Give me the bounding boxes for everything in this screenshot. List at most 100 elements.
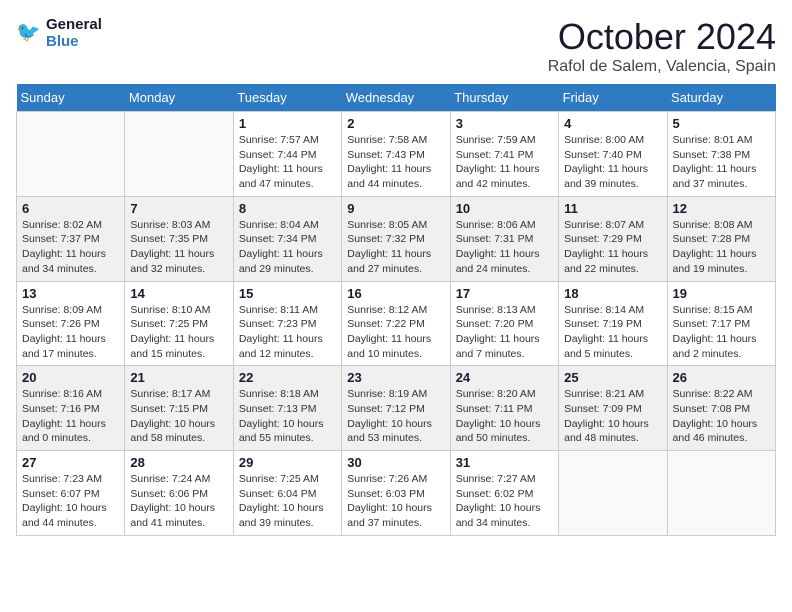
- day-info: Sunrise: 7:26 AM Sunset: 6:03 PM Dayligh…: [347, 472, 444, 531]
- day-info: Sunrise: 8:10 AM Sunset: 7:25 PM Dayligh…: [130, 303, 227, 362]
- day-info: Sunrise: 8:12 AM Sunset: 7:22 PM Dayligh…: [347, 303, 444, 362]
- weekday-header-cell: Sunday: [17, 84, 125, 112]
- day-info: Sunrise: 8:00 AM Sunset: 7:40 PM Dayligh…: [564, 133, 661, 192]
- day-number: 20: [22, 370, 119, 385]
- day-info: Sunrise: 8:13 AM Sunset: 7:20 PM Dayligh…: [456, 303, 553, 362]
- title-area: October 2024 Rafol de Salem, Valencia, S…: [548, 16, 776, 76]
- weekday-header-cell: Monday: [125, 84, 233, 112]
- day-info: Sunrise: 8:04 AM Sunset: 7:34 PM Dayligh…: [239, 218, 336, 277]
- calendar-cell: 26 Sunrise: 8:22 AM Sunset: 7:08 PM Dayli…: [667, 366, 775, 451]
- logo-text-line2: Blue: [46, 33, 102, 50]
- weekday-header-cell: Friday: [559, 84, 667, 112]
- calendar-body: 1 Sunrise: 7:57 AM Sunset: 7:44 PM Daylig…: [17, 112, 776, 536]
- day-info: Sunrise: 7:27 AM Sunset: 6:02 PM Dayligh…: [456, 472, 553, 531]
- day-number: 26: [673, 370, 770, 385]
- day-info: Sunrise: 8:15 AM Sunset: 7:17 PM Dayligh…: [673, 303, 770, 362]
- calendar-cell: 10Sunrise: 8:06 AM Sunset: 7:31 PM Dayli…: [450, 196, 558, 281]
- day-info: Sunrise: 7:58 AM Sunset: 7:43 PM Dayligh…: [347, 133, 444, 192]
- calendar-cell: 2 Sunrise: 7:58 AM Sunset: 7:43 PM Daylig…: [342, 112, 450, 197]
- calendar-cell: 17 Sunrise: 8:13 AM Sunset: 7:20 PM Dayli…: [450, 281, 558, 366]
- calendar-cell: 31Sunrise: 7:27 AM Sunset: 6:02 PM Dayli…: [450, 451, 558, 536]
- page-header: 🐦 General Blue October 2024 Rafol de Sal…: [16, 16, 776, 76]
- calendar-week-row: 20 Sunrise: 8:16 AM Sunset: 7:16 PM Dayli…: [17, 366, 776, 451]
- day-info: Sunrise: 7:23 AM Sunset: 6:07 PM Dayligh…: [22, 472, 119, 531]
- calendar-cell: 1 Sunrise: 7:57 AM Sunset: 7:44 PM Daylig…: [233, 112, 341, 197]
- day-number: 4: [564, 116, 661, 131]
- day-number: 29: [239, 455, 336, 470]
- svg-text:🐦: 🐦: [16, 22, 40, 44]
- day-info: Sunrise: 8:01 AM Sunset: 7:38 PM Dayligh…: [673, 133, 770, 192]
- day-number: 22: [239, 370, 336, 385]
- day-number: 6: [22, 201, 119, 216]
- calendar-cell: 29Sunrise: 7:25 AM Sunset: 6:04 PM Dayli…: [233, 451, 341, 536]
- day-number: 13: [22, 286, 119, 301]
- calendar-cell: [667, 451, 775, 536]
- day-number: 7: [130, 201, 227, 216]
- day-number: 14: [130, 286, 227, 301]
- calendar-cell: 16Sunrise: 8:12 AM Sunset: 7:22 PM Dayli…: [342, 281, 450, 366]
- calendar-table: SundayMondayTuesdayWednesdayThursdayFrid…: [16, 84, 776, 536]
- calendar-cell: 23Sunrise: 8:19 AM Sunset: 7:12 PM Dayli…: [342, 366, 450, 451]
- calendar-cell: 24Sunrise: 8:20 AM Sunset: 7:11 PM Dayli…: [450, 366, 558, 451]
- calendar-cell: 22 Sunrise: 8:18 AM Sunset: 7:13 PM Dayli…: [233, 366, 341, 451]
- calendar-cell: 19Sunrise: 8:15 AM Sunset: 7:17 PM Dayli…: [667, 281, 775, 366]
- calendar-cell: 14 Sunrise: 8:10 AM Sunset: 7:25 PM Dayli…: [125, 281, 233, 366]
- logo: 🐦 General Blue: [16, 16, 102, 50]
- day-info: Sunrise: 8:02 AM Sunset: 7:37 PM Dayligh…: [22, 218, 119, 277]
- calendar-cell: 7 Sunrise: 8:03 AM Sunset: 7:35 PM Daylig…: [125, 196, 233, 281]
- weekday-header-cell: Tuesday: [233, 84, 341, 112]
- day-info: Sunrise: 7:59 AM Sunset: 7:41 PM Dayligh…: [456, 133, 553, 192]
- day-number: 2: [347, 116, 444, 131]
- calendar-cell: 25Sunrise: 8:21 AM Sunset: 7:09 PM Dayli…: [559, 366, 667, 451]
- calendar-week-row: 6 Sunrise: 8:02 AM Sunset: 7:37 PM Daylig…: [17, 196, 776, 281]
- day-info: Sunrise: 8:18 AM Sunset: 7:13 PM Dayligh…: [239, 387, 336, 446]
- calendar-week-row: 13 Sunrise: 8:09 AM Sunset: 7:26 PM Dayli…: [17, 281, 776, 366]
- logo-icon: 🐦: [16, 19, 44, 47]
- month-title: October 2024: [548, 16, 776, 58]
- day-info: Sunrise: 7:57 AM Sunset: 7:44 PM Dayligh…: [239, 133, 336, 192]
- calendar-cell: 12 Sunrise: 8:08 AM Sunset: 7:28 PM Dayli…: [667, 196, 775, 281]
- day-info: Sunrise: 8:05 AM Sunset: 7:32 PM Dayligh…: [347, 218, 444, 277]
- day-number: 17: [456, 286, 553, 301]
- day-info: Sunrise: 8:09 AM Sunset: 7:26 PM Dayligh…: [22, 303, 119, 362]
- calendar-cell: [125, 112, 233, 197]
- weekday-header-row: SundayMondayTuesdayWednesdayThursdayFrid…: [17, 84, 776, 112]
- calendar-cell: 30Sunrise: 7:26 AM Sunset: 6:03 PM Dayli…: [342, 451, 450, 536]
- day-number: 3: [456, 116, 553, 131]
- day-info: Sunrise: 8:08 AM Sunset: 7:28 PM Dayligh…: [673, 218, 770, 277]
- day-number: 8: [239, 201, 336, 216]
- day-number: 15: [239, 286, 336, 301]
- calendar-week-row: 27 Sunrise: 7:23 AM Sunset: 6:07 PM Dayli…: [17, 451, 776, 536]
- location-title: Rafol de Salem, Valencia, Spain: [548, 58, 776, 76]
- day-number: 21: [130, 370, 227, 385]
- calendar-cell: 15 Sunrise: 8:11 AM Sunset: 7:23 PM Dayli…: [233, 281, 341, 366]
- day-number: 5: [673, 116, 770, 131]
- day-number: 11: [564, 201, 661, 216]
- day-info: Sunrise: 8:11 AM Sunset: 7:23 PM Dayligh…: [239, 303, 336, 362]
- calendar-cell: [17, 112, 125, 197]
- logo-text-line1: General: [46, 16, 102, 33]
- calendar-week-row: 1 Sunrise: 7:57 AM Sunset: 7:44 PM Daylig…: [17, 112, 776, 197]
- calendar-cell: 21 Sunrise: 8:17 AM Sunset: 7:15 PM Dayli…: [125, 366, 233, 451]
- day-info: Sunrise: 8:21 AM Sunset: 7:09 PM Dayligh…: [564, 387, 661, 446]
- day-info: Sunrise: 8:20 AM Sunset: 7:11 PM Dayligh…: [456, 387, 553, 446]
- day-info: Sunrise: 8:22 AM Sunset: 7:08 PM Dayligh…: [673, 387, 770, 446]
- weekday-header-cell: Wednesday: [342, 84, 450, 112]
- calendar-cell: 6 Sunrise: 8:02 AM Sunset: 7:37 PM Daylig…: [17, 196, 125, 281]
- calendar-cell: 3 Sunrise: 7:59 AM Sunset: 7:41 PM Daylig…: [450, 112, 558, 197]
- day-info: Sunrise: 8:07 AM Sunset: 7:29 PM Dayligh…: [564, 218, 661, 277]
- day-info: Sunrise: 8:17 AM Sunset: 7:15 PM Dayligh…: [130, 387, 227, 446]
- calendar-cell: 4 Sunrise: 8:00 AM Sunset: 7:40 PM Daylig…: [559, 112, 667, 197]
- calendar-cell: 5 Sunrise: 8:01 AM Sunset: 7:38 PM Daylig…: [667, 112, 775, 197]
- calendar-cell: 18Sunrise: 8:14 AM Sunset: 7:19 PM Dayli…: [559, 281, 667, 366]
- day-number: 10: [456, 201, 553, 216]
- day-number: 9: [347, 201, 444, 216]
- day-info: Sunrise: 8:16 AM Sunset: 7:16 PM Dayligh…: [22, 387, 119, 446]
- weekday-header-cell: Thursday: [450, 84, 558, 112]
- day-number: 27: [22, 455, 119, 470]
- day-info: Sunrise: 8:03 AM Sunset: 7:35 PM Dayligh…: [130, 218, 227, 277]
- day-number: 1: [239, 116, 336, 131]
- calendar-cell: 27 Sunrise: 7:23 AM Sunset: 6:07 PM Dayli…: [17, 451, 125, 536]
- day-number: 12: [673, 201, 770, 216]
- calendar-cell: 11 Sunrise: 8:07 AM Sunset: 7:29 PM Dayli…: [559, 196, 667, 281]
